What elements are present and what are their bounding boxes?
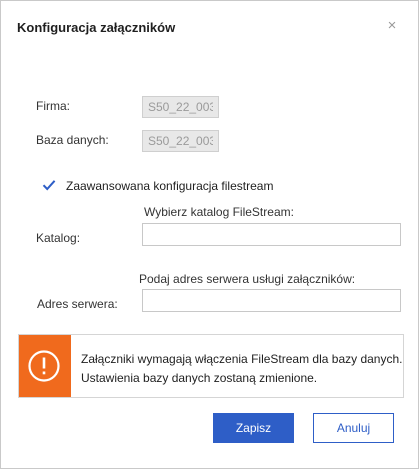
dialog-title: Konfiguracja załączników <box>17 20 176 35</box>
save-button[interactable]: Zapisz <box>213 413 294 443</box>
adres-serwera-label: Adres serwera: <box>37 297 118 311</box>
cancel-button[interactable]: Anuluj <box>313 413 394 443</box>
firma-label: Firma: <box>36 99 70 113</box>
katalog-hint: Wybierz katalog FileStream: <box>144 205 294 219</box>
checkmark-icon <box>42 180 56 191</box>
filestream-checkbox-label[interactable]: Zaawansowana konfiguracja filestream <box>66 179 273 193</box>
alert-line-1: Załączniki wymagają włączenia FileStream… <box>81 352 403 366</box>
alert-icon-container <box>19 335 71 397</box>
alert-message: Załączniki wymagają włączenia FileStream… <box>81 350 402 388</box>
katalog-input[interactable] <box>142 223 401 246</box>
alert-line-2: Ustawienia bazy danych zostaną zmienione… <box>81 371 318 385</box>
exclamation-icon <box>28 350 60 382</box>
firma-field <box>142 96 219 118</box>
close-icon[interactable]: × <box>384 18 400 34</box>
baza-danych-label: Baza danych: <box>36 133 109 147</box>
adres-serwera-input[interactable] <box>142 289 401 312</box>
adres-hint: Podaj adres serwera usługi załączników: <box>139 272 356 286</box>
filestream-checkbox[interactable] <box>42 178 56 192</box>
baza-danych-field <box>142 130 219 152</box>
warning-alert: Załączniki wymagają włączenia FileStream… <box>18 334 404 398</box>
katalog-label: Katalog: <box>36 231 81 245</box>
attachments-config-dialog: Konfiguracja załączników × Firma: Baza d… <box>0 0 419 469</box>
